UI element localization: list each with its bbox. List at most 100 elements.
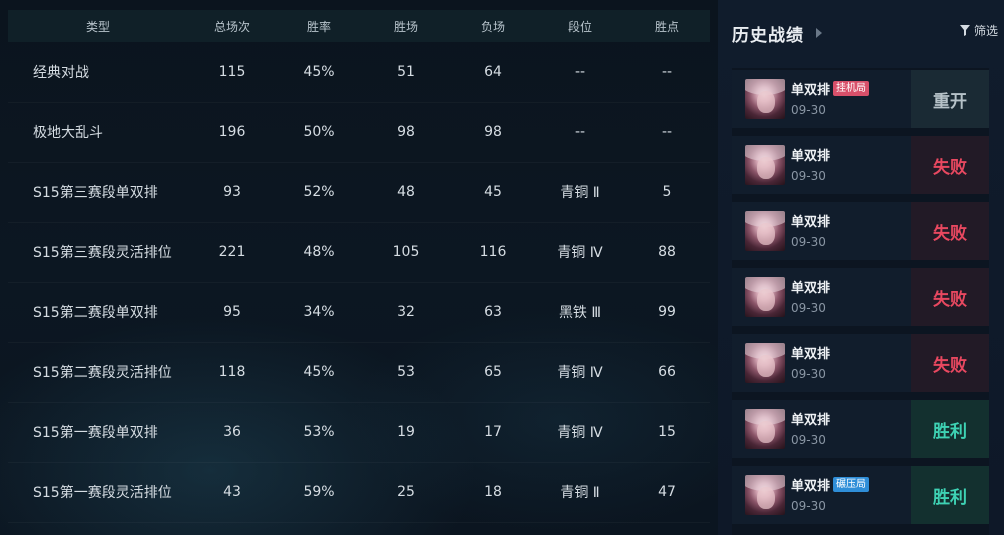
cell-losses: 64	[484, 64, 502, 80]
match-item[interactable]: 单双排 09-30 失败	[732, 268, 989, 326]
match-queue: 单双排	[791, 145, 830, 164]
cell-total: 95	[223, 304, 241, 320]
cell-wins: 51	[397, 64, 415, 80]
match-item[interactable]: 单双排 09-30 失败	[732, 334, 989, 392]
cell-tier: 青铜 Ⅳ	[557, 365, 603, 381]
cell-losses: 45	[484, 184, 502, 200]
match-date: 09-30	[791, 169, 826, 183]
cell-type: S15第三赛段单双排	[33, 185, 158, 201]
cell-type: S15第一赛段单双排	[33, 425, 158, 441]
cell-total: 196	[218, 124, 246, 140]
cell-losses: 98	[484, 124, 502, 140]
cell-tier: --	[574, 64, 586, 80]
cell-wins: 48	[397, 184, 415, 200]
match-result: 失败	[911, 334, 989, 392]
table-row: 经典对战 115 45% 51 64 -- --	[8, 42, 710, 103]
header-lp[interactable]: 胜点	[624, 10, 710, 42]
cell-lp: 88	[658, 244, 676, 260]
table-row: S15第三赛段灵活排位 221 48% 105 116 青铜 Ⅳ 88	[8, 222, 710, 283]
cell-total: 118	[218, 364, 246, 380]
match-item[interactable]: 单双排 09-30 失败	[732, 202, 989, 260]
match-result: 重开	[911, 70, 989, 128]
cell-wins: 25	[397, 484, 415, 500]
cell-lp: --	[661, 64, 673, 80]
cell-lp: 47	[658, 484, 676, 500]
cell-lp: --	[661, 124, 673, 140]
match-queue: 单双排	[791, 343, 830, 362]
cell-tier: 青铜 Ⅱ	[560, 185, 600, 201]
cell-type: S15第二赛段灵活排位	[33, 365, 172, 381]
cell-type: S15第一赛段灵活排位	[33, 485, 172, 501]
match-history-panel: 历史战绩 筛选 单双排 挂机局 09-30 重开 单双排 09-30 失败 单双…	[718, 0, 1004, 535]
cell-winrate: 48%	[303, 244, 335, 260]
queue-label: 单双排	[791, 347, 831, 362]
cell-wins: 98	[397, 124, 415, 140]
cell-winrate: 45%	[303, 64, 335, 80]
cell-wins: 19	[397, 424, 415, 440]
table-row: S15第二赛段单双排 95 34% 32 63 黑铁 Ⅲ 99	[8, 282, 710, 343]
cell-losses: 116	[479, 244, 507, 260]
cell-type: 经典对战	[33, 65, 89, 81]
header-tier[interactable]: 段位	[536, 10, 624, 42]
match-queue: 单双排	[791, 211, 830, 230]
champion-portrait-icon	[745, 79, 785, 119]
cell-lp: 99	[658, 304, 676, 320]
cell-type: S15第二赛段单双排	[33, 305, 158, 321]
match-date: 09-30	[791, 103, 826, 117]
match-result: 胜利	[911, 466, 989, 524]
match-queue: 单双排 碾压局	[791, 475, 870, 494]
cell-losses: 18	[484, 484, 502, 500]
header-wins[interactable]: 胜场	[362, 10, 450, 42]
cell-winrate: 59%	[303, 484, 335, 500]
header-losses[interactable]: 负场	[450, 10, 536, 42]
cell-wins: 53	[397, 364, 415, 380]
cell-winrate: 53%	[303, 424, 335, 440]
cell-tier: 青铜 Ⅳ	[557, 425, 603, 441]
cell-total: 93	[223, 184, 241, 200]
table-row: S15第三赛段单双排 93 52% 48 45 青铜 Ⅱ 5	[8, 162, 710, 223]
cell-total: 221	[218, 244, 246, 260]
match-item[interactable]: 单双排 09-30 失败	[732, 136, 989, 194]
table-header: 类型 总场次 胜率 胜场 负场 段位 胜点	[8, 10, 710, 42]
match-item[interactable]: 单双排 09-30 胜利	[732, 400, 989, 458]
cell-total: 43	[223, 484, 241, 500]
season-stats-table: 类型 总场次 胜率 胜场 负场 段位 胜点 经典对战 115 45% 51 64…	[8, 8, 710, 535]
match-item[interactable]: 单双排 挂机局 09-30 重开	[732, 70, 989, 128]
match-date: 09-30	[791, 301, 826, 315]
champion-portrait-icon	[745, 145, 785, 185]
cell-total: 36	[223, 424, 241, 440]
history-header[interactable]: 历史战绩	[732, 18, 822, 48]
match-item[interactable]: 单双排 碾压局 09-30 胜利	[732, 466, 989, 524]
champion-portrait-icon	[745, 211, 785, 251]
match-queue: 单双排	[791, 409, 830, 428]
cell-tier: 青铜 Ⅳ	[557, 245, 603, 261]
cell-tier: --	[574, 124, 586, 140]
cell-winrate: 50%	[303, 124, 335, 140]
cell-lp: 5	[662, 184, 672, 200]
header-winrate[interactable]: 胜率	[276, 10, 362, 42]
queue-label: 单双排	[791, 215, 831, 230]
match-queue: 单双排 挂机局	[791, 79, 870, 98]
match-result: 胜利	[911, 400, 989, 458]
match-result: 失败	[911, 202, 989, 260]
champion-portrait-icon	[745, 475, 785, 515]
page-root: 类型 总场次 胜率 胜场 负场 段位 胜点 经典对战 115 45% 51 64…	[0, 0, 1004, 535]
cell-wins: 32	[397, 304, 415, 320]
cell-winrate: 34%	[303, 304, 335, 320]
cell-lp: 66	[658, 364, 676, 380]
header-total[interactable]: 总场次	[188, 10, 276, 42]
cell-lp: 15	[658, 424, 676, 440]
cell-tier: 黑铁 Ⅲ	[558, 305, 602, 321]
filter-button[interactable]: 筛选	[959, 22, 998, 39]
match-list: 单双排 挂机局 09-30 重开 单双排 09-30 失败 单双排 09-30 …	[732, 68, 989, 535]
cell-winrate: 52%	[303, 184, 335, 200]
queue-label: 单双排	[791, 413, 831, 428]
filter-icon	[959, 25, 970, 36]
table-row: S15第一赛段单双排 36 53% 19 17 青铜 Ⅳ 15	[8, 402, 710, 463]
table-row: 极地大乱斗 196 50% 98 98 -- --	[8, 102, 710, 163]
match-result: 失败	[911, 268, 989, 326]
match-date: 09-30	[791, 367, 826, 381]
header-type[interactable]: 类型	[8, 10, 188, 42]
filter-label: 筛选	[973, 24, 998, 38]
queue-label: 单双排	[791, 149, 831, 164]
